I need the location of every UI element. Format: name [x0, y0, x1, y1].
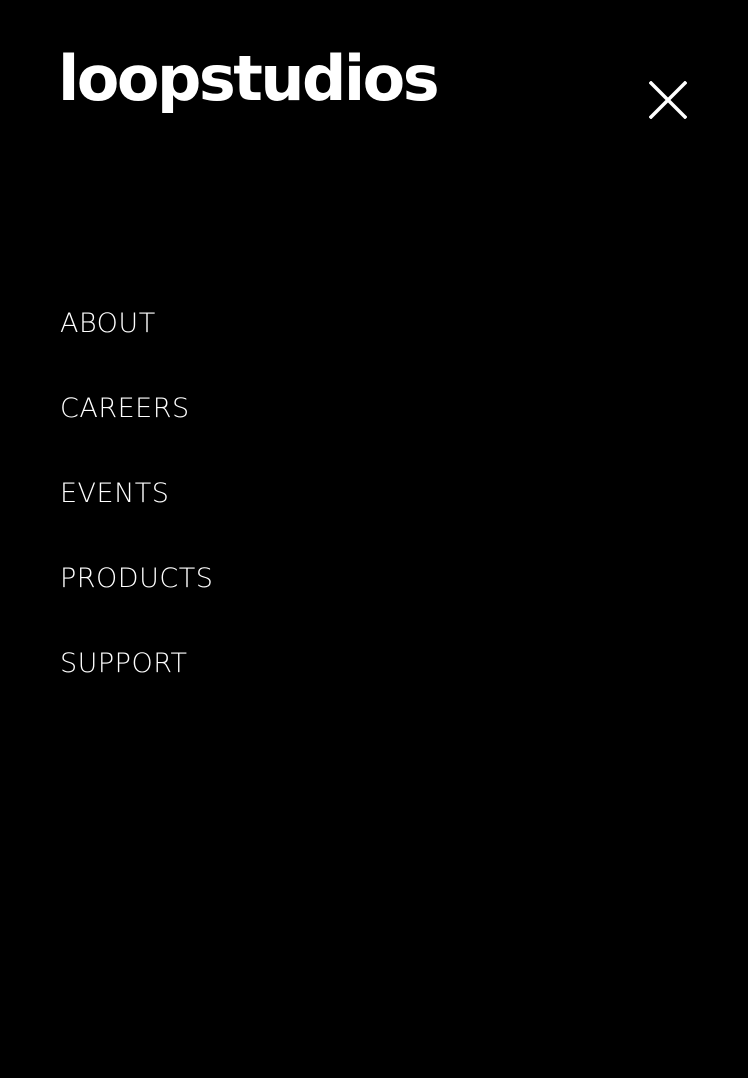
nav-item-about: ABOUT [60, 300, 213, 385]
nav-item-products: PRODUCTS [60, 555, 213, 640]
nav-link-about[interactable]: ABOUT [60, 300, 156, 348]
mobile-menu-header: loopstudios [0, 0, 748, 160]
nav-link-products[interactable]: PRODUCTS [60, 555, 213, 603]
nav-item-support: SUPPORT [60, 640, 213, 725]
nav-item-careers: CAREERS [60, 385, 213, 470]
close-icon [649, 81, 687, 119]
nav-link-careers[interactable]: CAREERS [60, 385, 190, 433]
loopstudios-logo[interactable]: loopstudios [58, 48, 440, 110]
nav-item-events: EVENTS [60, 470, 213, 555]
close-menu-button[interactable] [644, 76, 692, 124]
nav-link-support[interactable]: SUPPORT [60, 640, 188, 688]
nav-link-events[interactable]: EVENTS [60, 470, 169, 518]
nav-list: ABOUT CAREERS EVENTS PRODUCTS SUPPORT [60, 300, 213, 725]
